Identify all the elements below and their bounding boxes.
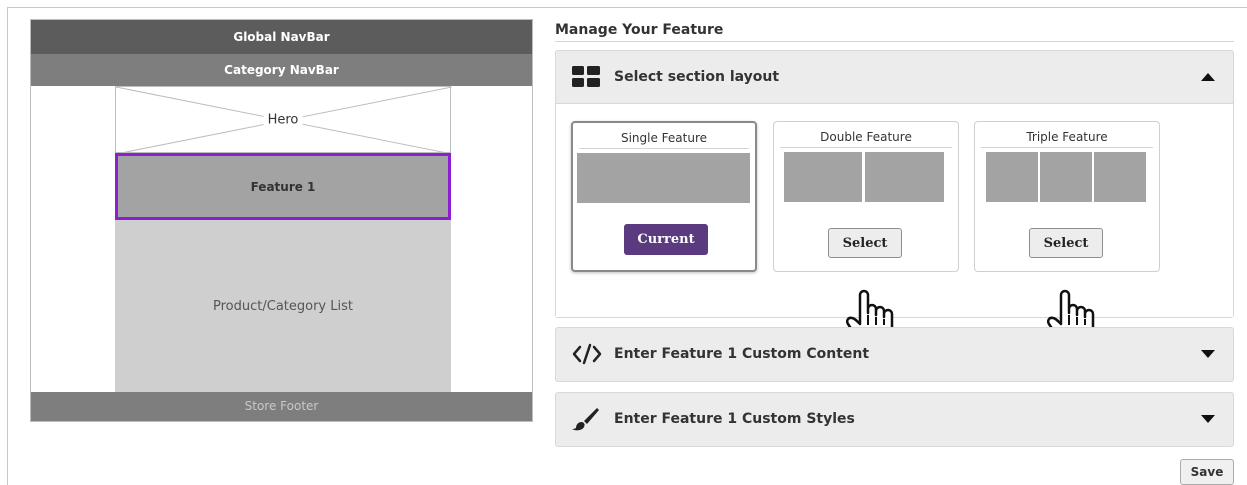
layout-thumb-column bbox=[577, 153, 750, 203]
layout-thumb-column bbox=[986, 152, 1038, 202]
current-layout-button[interactable]: Current bbox=[624, 224, 708, 255]
accordion-layout: Select section layout Single Feature Cur… bbox=[555, 50, 1234, 348]
global-navbar-block: Global NavBar bbox=[31, 20, 532, 54]
paintbrush-icon bbox=[572, 408, 602, 431]
accordion-content-label: Enter Feature 1 Custom Content bbox=[614, 346, 870, 362]
layout-options: Single Feature Current Double Feature Se… bbox=[556, 103, 1233, 348]
accordion-styles-header[interactable]: Enter Feature 1 Custom Styles bbox=[556, 393, 1233, 445]
caret-down-icon[interactable] bbox=[1201, 350, 1215, 358]
accordion-layout-label: Select section layout bbox=[614, 69, 780, 85]
layout-card-triple: Triple Feature Select bbox=[974, 121, 1160, 272]
accordion-content: Enter Feature 1 Custom Content bbox=[555, 327, 1234, 382]
hero-block: Hero bbox=[115, 86, 452, 154]
panel-title: Manage Your Feature bbox=[555, 20, 1234, 42]
layout-card-title: Triple Feature bbox=[981, 130, 1153, 148]
product-list-block: Product/Category List bbox=[115, 220, 451, 392]
select-triple-button[interactable]: Select bbox=[1029, 228, 1103, 258]
layout-card-title: Double Feature bbox=[780, 130, 952, 148]
save-button[interactable]: Save bbox=[1180, 459, 1234, 485]
layout-card-single: Single Feature Current bbox=[571, 121, 757, 272]
code-icon bbox=[572, 343, 602, 365]
grid-layout-icon bbox=[572, 66, 602, 88]
category-navbar-block: Category NavBar bbox=[31, 54, 532, 86]
page-layout-preview: Global NavBar Category NavBar Hero Featu… bbox=[30, 19, 533, 422]
layout-thumb-column bbox=[1040, 152, 1092, 202]
select-double-button[interactable]: Select bbox=[828, 228, 902, 258]
hero-label: Hero bbox=[263, 112, 303, 127]
layout-card-title: Single Feature bbox=[579, 131, 749, 149]
accordion-content-header[interactable]: Enter Feature 1 Custom Content bbox=[556, 328, 1233, 380]
layout-thumb-column bbox=[784, 152, 862, 202]
caret-down-icon[interactable] bbox=[1201, 415, 1215, 423]
store-footer-block: Store Footer bbox=[31, 392, 532, 421]
layout-thumb-column bbox=[1094, 152, 1146, 202]
layout-thumb-column bbox=[865, 152, 944, 202]
caret-up-icon[interactable] bbox=[1201, 73, 1215, 81]
feature1-block[interactable]: Feature 1 bbox=[115, 153, 451, 220]
accordion-styles: Enter Feature 1 Custom Styles bbox=[555, 392, 1234, 447]
accordion-layout-header[interactable]: Select section layout bbox=[556, 51, 1233, 103]
layout-card-double: Double Feature Select bbox=[773, 121, 959, 272]
accordion-styles-label: Enter Feature 1 Custom Styles bbox=[614, 411, 855, 427]
